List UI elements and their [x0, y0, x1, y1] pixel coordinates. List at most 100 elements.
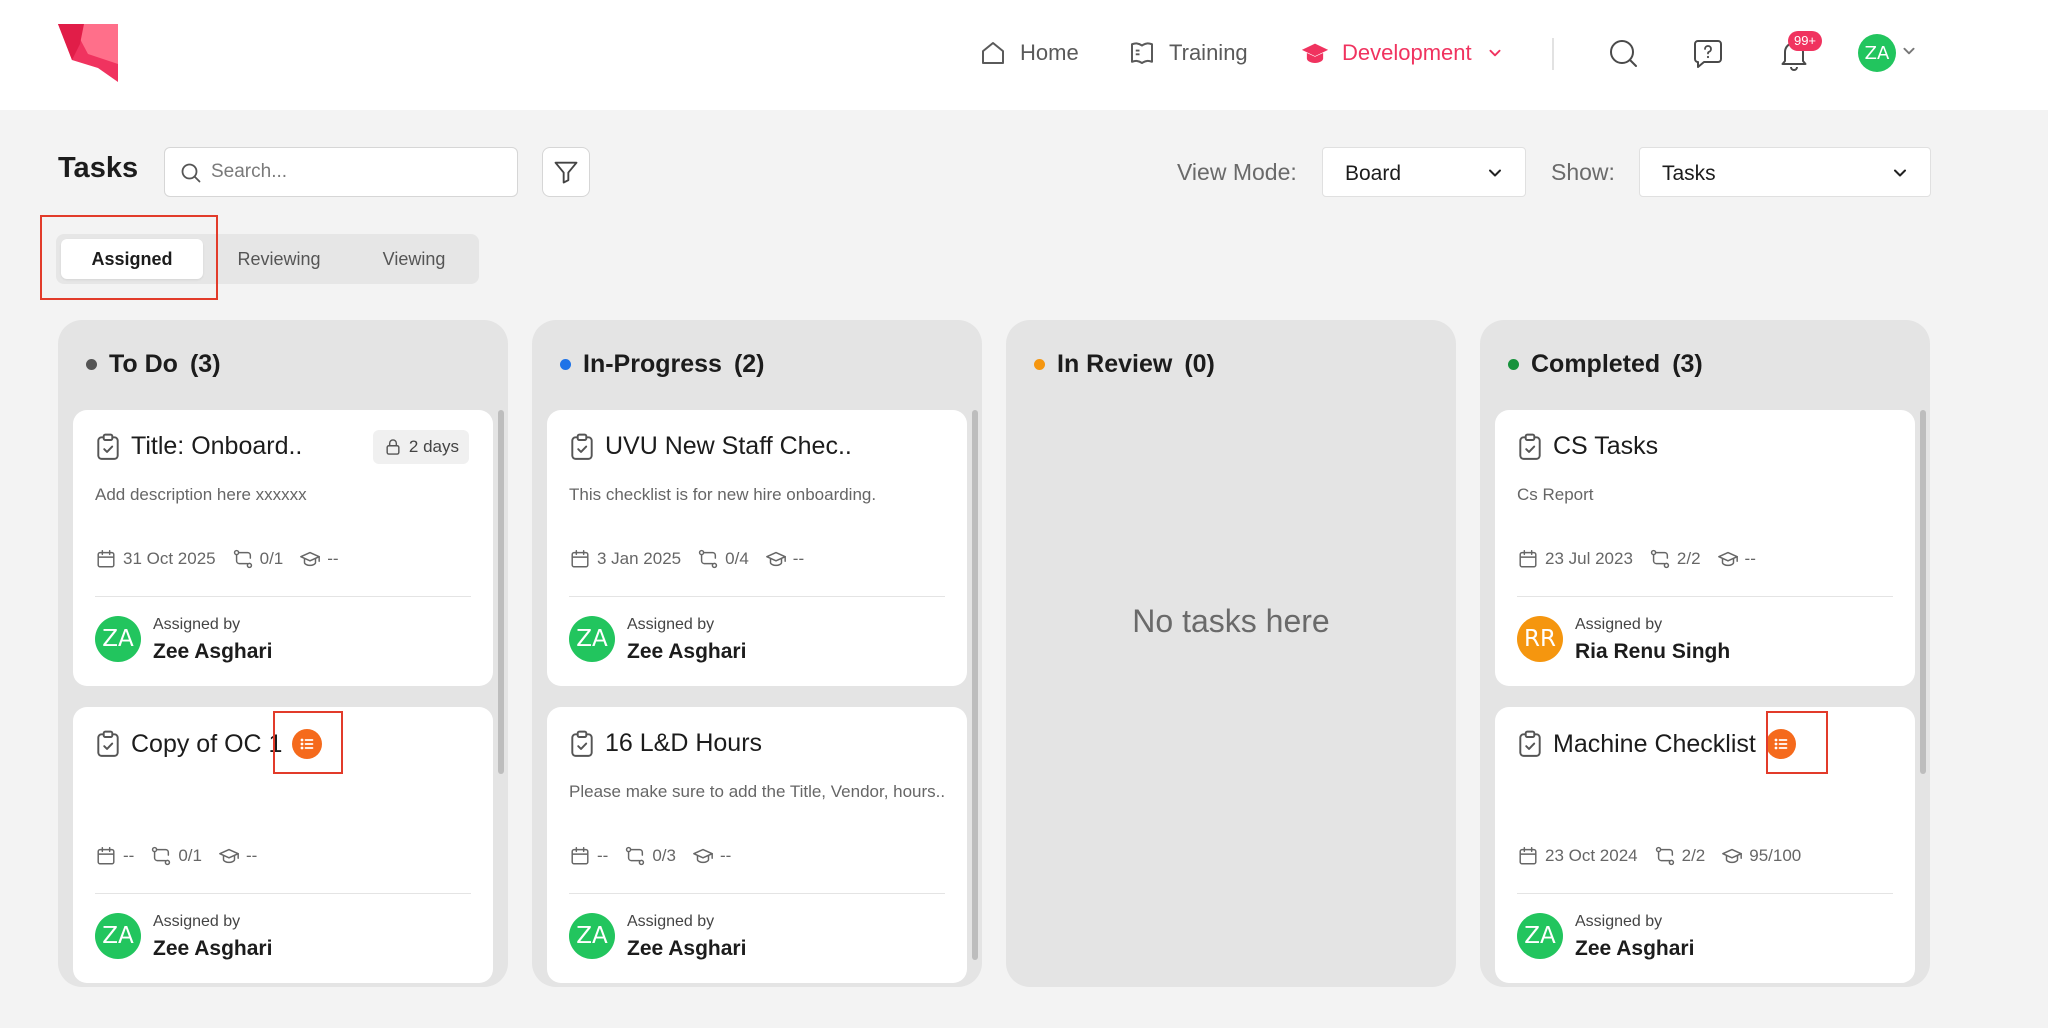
- calendar-icon: [1517, 548, 1539, 570]
- column-header: In Review (0): [1034, 350, 1215, 379]
- scrollbar[interactable]: [498, 410, 504, 774]
- nav-home-label: Home: [1020, 40, 1079, 65]
- steps-progress: 0/4: [725, 549, 749, 568]
- status-dot: [560, 359, 571, 370]
- column-todo: To Do (3) Title: Onboard.. 2 days Add de…: [58, 320, 508, 987]
- status-dot: [1034, 359, 1045, 370]
- card-meta: -- 0/3 --: [569, 845, 731, 867]
- scrollbar[interactable]: [972, 410, 978, 960]
- graduation-cap-icon: [1301, 43, 1329, 63]
- clipboard-check-icon: [95, 730, 121, 758]
- search-button[interactable]: [1604, 34, 1644, 74]
- column-card-list: CS Tasks Cs Report 23 Jul 2023 2/2 -- RR…: [1495, 410, 1915, 987]
- nav-training-label: Training: [1169, 40, 1248, 65]
- task-card[interactable]: Machine Checklist 23 Oct 2024 2/2 95/100…: [1495, 707, 1915, 983]
- column-title: Completed: [1531, 350, 1661, 378]
- due-date: --: [597, 846, 609, 865]
- due-date: 23 Oct 2024: [1545, 846, 1638, 865]
- help-button[interactable]: [1688, 34, 1728, 74]
- card-header: 16 L&D Hours: [569, 729, 762, 758]
- nav-development[interactable]: Development: [1300, 36, 1506, 70]
- steps-icon: [624, 845, 646, 867]
- card-meta: 31 Oct 2025 0/1 --: [95, 548, 339, 570]
- filter-button[interactable]: [542, 147, 590, 197]
- steps-icon: [1649, 548, 1671, 570]
- divider: [569, 893, 945, 894]
- steps-progress: 0/3: [652, 846, 676, 865]
- calendar-icon: [569, 548, 591, 570]
- notification-count-badge: 99+: [1788, 31, 1822, 51]
- search-input[interactable]: [211, 148, 507, 196]
- steps-icon: [232, 548, 254, 570]
- tab-viewing[interactable]: Viewing: [352, 239, 476, 279]
- clipboard-check-icon: [1517, 433, 1543, 461]
- steps-icon: [150, 845, 172, 867]
- view-mode-value: Board: [1345, 162, 1402, 185]
- card-header: Machine Checklist: [1517, 729, 1796, 759]
- task-card[interactable]: Title: Onboard.. 2 days Add description …: [73, 410, 493, 686]
- card-meta: 23 Jul 2023 2/2 --: [1517, 548, 1756, 570]
- column-count: (3): [1672, 350, 1703, 378]
- help-chat-icon: [1694, 40, 1722, 68]
- card-description: This checklist is for new hire onboardin…: [569, 485, 877, 504]
- card-description: Please make sure to add the Title, Vendo…: [569, 782, 946, 801]
- due-days-badge: 2 days: [372, 430, 469, 464]
- due-date: 31 Oct 2025: [123, 549, 216, 568]
- user-avatar[interactable]: ZA: [1858, 34, 1896, 72]
- card-header: CS Tasks: [1517, 432, 1658, 461]
- avatar: ZA: [95, 616, 141, 662]
- column-header: Completed (3): [1508, 350, 1703, 379]
- chevron-down-icon: [1489, 49, 1501, 57]
- graduation-cap-icon: [1717, 548, 1739, 570]
- column-title: In Review: [1057, 350, 1173, 378]
- assigned-by-label: Assigned by: [627, 913, 715, 930]
- divider: [95, 893, 471, 894]
- scrollbar[interactable]: [1920, 410, 1926, 774]
- assigned-by-label: Assigned by: [627, 616, 715, 633]
- task-card[interactable]: CS Tasks Cs Report 23 Jul 2023 2/2 -- RR…: [1495, 410, 1915, 686]
- divider: [569, 596, 945, 597]
- divider: [1517, 596, 1893, 597]
- show-select[interactable]: Tasks: [1639, 147, 1931, 197]
- clipboard-check-icon: [1517, 730, 1543, 758]
- tab-reviewing[interactable]: Reviewing: [208, 239, 350, 279]
- score: 95/100: [1749, 846, 1802, 865]
- steps-icon: [697, 548, 719, 570]
- avatar: ZA: [569, 913, 615, 959]
- avatar: ZA: [569, 616, 615, 662]
- company-logo[interactable]: [58, 24, 118, 82]
- card-header: UVU New Staff Chec..: [569, 432, 852, 461]
- clipboard-check-icon: [569, 730, 595, 758]
- avatar: ZA: [1517, 913, 1563, 959]
- task-card[interactable]: 16 L&D Hours Please make sure to add the…: [547, 707, 967, 983]
- divider: [95, 596, 471, 597]
- page-title: Tasks: [58, 152, 139, 184]
- graduation-cap-icon: [692, 845, 714, 867]
- clipboard-check-icon: [95, 433, 121, 461]
- card-meta: -- 0/1 --: [95, 845, 257, 867]
- assigned-by-label: Assigned by: [1575, 616, 1663, 633]
- column-count: (3): [189, 350, 221, 378]
- score: --: [792, 549, 805, 568]
- score: --: [327, 549, 339, 568]
- view-mode-select[interactable]: Board: [1322, 147, 1526, 197]
- card-meta: 3 Jan 2025 0/4 --: [569, 548, 804, 570]
- search-box[interactable]: [164, 147, 518, 197]
- card-header: Title: Onboard..: [95, 432, 302, 461]
- book-icon: [1131, 42, 1153, 64]
- steps-progress: 2/2: [1681, 846, 1706, 865]
- card-description: Cs Report: [1517, 485, 1594, 504]
- graduation-cap-icon: [218, 845, 240, 867]
- chevron-down-icon[interactable]: [1898, 40, 1920, 62]
- nav-training[interactable]: Training: [1127, 36, 1248, 70]
- task-card[interactable]: UVU New Staff Chec.. This checklist is f…: [547, 410, 967, 686]
- show-label: Show:: [1551, 159, 1615, 185]
- column-in-review: In Review (0) No tasks here: [1006, 320, 1456, 987]
- graduation-cap-icon: [299, 548, 321, 570]
- view-mode-label: View Mode:: [1177, 159, 1297, 185]
- lock-icon: [386, 439, 400, 455]
- steps-icon: [1654, 845, 1676, 867]
- search-icon: [1610, 40, 1637, 67]
- score: --: [1744, 549, 1756, 568]
- nav-home[interactable]: Home: [978, 36, 1079, 70]
